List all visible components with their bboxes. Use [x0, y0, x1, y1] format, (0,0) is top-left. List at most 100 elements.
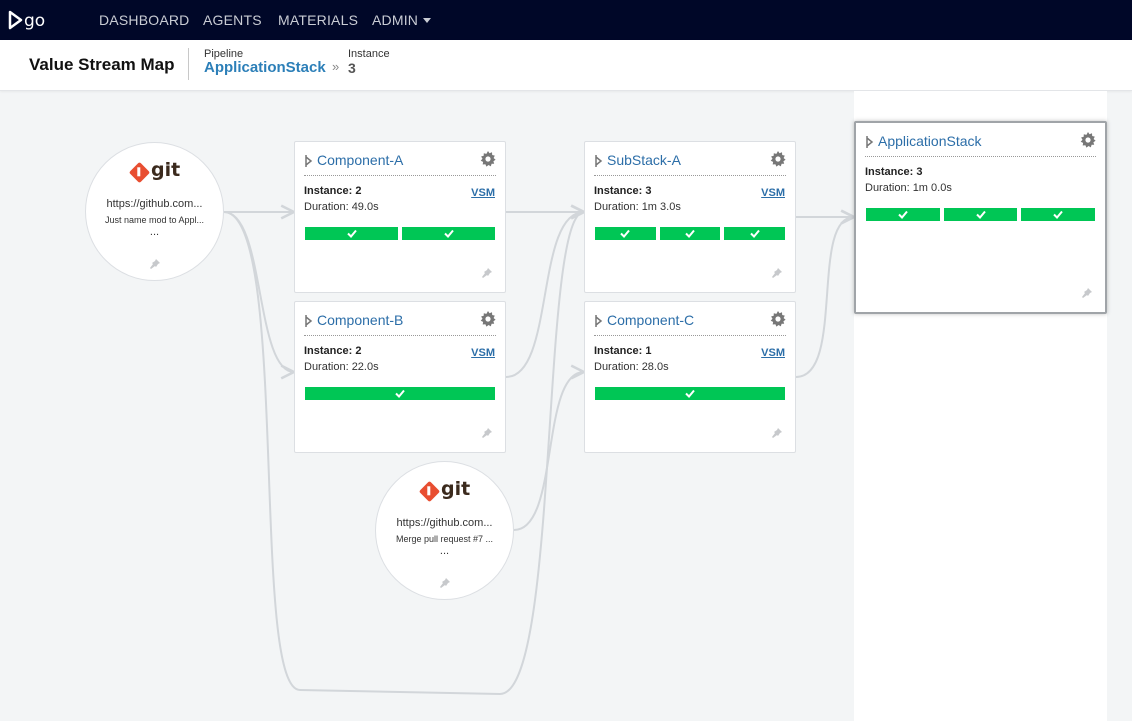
check-icon: [685, 229, 695, 238]
material-more[interactable]: ...: [376, 545, 513, 557]
material-git-1[interactable]: git https://github.com... Just name mod …: [85, 142, 224, 281]
pipeline-card-component-a: Component-A Instance: 2 Duration: 49.0s …: [294, 141, 506, 293]
pipeline-name-link[interactable]: SubStack-A: [607, 152, 681, 168]
stage-bar: [595, 227, 786, 240]
svg-text:go: go: [24, 11, 45, 31]
go-logo-icon[interactable]: go: [8, 9, 52, 31]
check-icon: [749, 229, 760, 238]
pipeline-card-applicationstack: ApplicationStack Instance: 3 Duration: 1…: [854, 121, 1107, 314]
pipeline-icon: [595, 155, 603, 167]
git-logo-text: git: [441, 478, 471, 500]
material-url: https://github.com...: [396, 517, 493, 529]
nav-admin[interactable]: ADMIN: [372, 12, 432, 28]
material-more[interactable]: ...: [86, 226, 223, 238]
chevron-down-icon: [423, 18, 432, 23]
pipeline-card-component-b: Component-B Instance: 2 Duration: 22.0s …: [294, 301, 506, 453]
check-icon: [620, 229, 631, 238]
check-icon: [346, 229, 357, 238]
page-header: Value Stream Map Pipeline ApplicationSta…: [0, 40, 1132, 91]
stage-bar: [866, 208, 1096, 221]
stage-bar: [305, 227, 495, 240]
nav-materials[interactable]: MATERIALS: [278, 12, 358, 28]
vsm-link[interactable]: VSM: [471, 187, 495, 199]
pin-icon[interactable]: [440, 578, 450, 588]
breadcrumb-pipeline-link[interactable]: ApplicationStack: [204, 59, 326, 76]
card-header: Component-B: [304, 311, 496, 336]
check-icon: [975, 210, 986, 219]
stage-passed[interactable]: [659, 227, 721, 240]
stage-passed[interactable]: [595, 387, 785, 400]
pipeline-instance: Instance: 3: [865, 166, 923, 178]
pin-icon[interactable]: [482, 268, 492, 278]
instance-value: 3: [348, 60, 356, 76]
stage-passed[interactable]: [402, 227, 495, 240]
card-header: Component-A: [304, 151, 496, 176]
pipeline-duration: Duration: 22.0s: [304, 361, 379, 373]
pipeline-instance: Instance: 1: [594, 345, 652, 357]
pipeline-card-component-c: Component-C Instance: 1 Duration: 28.0s …: [584, 301, 796, 453]
nav-admin-label: ADMIN: [372, 12, 419, 28]
gear-icon[interactable]: [480, 311, 496, 327]
pipeline-icon: [866, 136, 874, 148]
check-icon: [685, 389, 695, 398]
pipeline-duration: Duration: 49.0s: [304, 201, 379, 213]
stage-bar: [595, 387, 785, 400]
instance-label: Instance: [348, 48, 390, 60]
pin-icon[interactable]: [772, 428, 782, 438]
pin-icon[interactable]: [1082, 288, 1092, 298]
pipeline-name-link[interactable]: Component-C: [607, 312, 694, 328]
stage-passed[interactable]: [1021, 208, 1096, 221]
pipeline-name-link[interactable]: Component-A: [317, 152, 403, 168]
pin-icon[interactable]: [772, 268, 782, 278]
nav-dashboard[interactable]: DASHBOARD: [99, 12, 189, 28]
pipeline-instance: Instance: 2: [304, 345, 362, 357]
stage-bar: [305, 387, 495, 400]
card-header: Component-C: [594, 311, 786, 336]
vsm-link[interactable]: VSM: [471, 347, 495, 359]
pipeline-icon: [305, 155, 313, 167]
pipeline-instance: Instance: 2: [304, 185, 362, 197]
breadcrumb-separator: »: [332, 59, 340, 74]
git-logo-icon: git: [128, 159, 189, 187]
pipeline-card-substack-a: SubStack-A Instance: 3 Duration: 1m 3.0s…: [584, 141, 796, 293]
stage-passed[interactable]: [305, 227, 398, 240]
card-header: SubStack-A: [594, 151, 786, 176]
pipeline-duration: Duration: 1m 3.0s: [594, 201, 681, 213]
stage-passed[interactable]: [866, 208, 940, 221]
stage-passed[interactable]: [943, 208, 1018, 221]
stage-passed[interactable]: [595, 227, 656, 240]
git-logo-icon: git: [418, 478, 479, 506]
git-diamond-icon: [128, 161, 151, 184]
pipeline-duration: Duration: 1m 0.0s: [865, 182, 952, 194]
material-git-2[interactable]: git https://github.com... Merge pull req…: [375, 461, 514, 600]
page-title: Value Stream Map: [29, 55, 175, 74]
nav-agents[interactable]: AGENTS: [203, 12, 262, 28]
stage-passed[interactable]: [305, 387, 495, 400]
vsm-link[interactable]: VSM: [761, 347, 785, 359]
check-icon: [443, 229, 454, 238]
pin-icon[interactable]: [150, 259, 160, 269]
card-header: ApplicationStack: [865, 132, 1096, 157]
pipeline-icon: [305, 315, 313, 327]
gear-icon[interactable]: [1080, 132, 1096, 148]
pipeline-instance: Instance: 3: [594, 185, 652, 197]
pin-icon[interactable]: [482, 428, 492, 438]
check-icon: [898, 210, 908, 219]
gear-icon[interactable]: [770, 151, 786, 167]
check-icon: [1053, 210, 1063, 219]
gear-icon[interactable]: [480, 151, 496, 167]
pipeline-duration: Duration: 28.0s: [594, 361, 669, 373]
stage-passed[interactable]: [724, 227, 786, 240]
material-comment: Just name mod to Appl...: [104, 215, 205, 225]
git-diamond-icon: [418, 480, 441, 503]
material-comment: Merge pull request #7 ...: [395, 534, 494, 544]
pipeline-icon: [595, 315, 603, 327]
gear-icon[interactable]: [770, 311, 786, 327]
pipeline-name-link[interactable]: ApplicationStack: [878, 133, 982, 149]
material-url: https://github.com...: [106, 198, 203, 210]
pipeline-name-link[interactable]: Component-B: [317, 312, 403, 328]
header-divider: [188, 48, 189, 80]
git-logo-text: git: [151, 159, 181, 181]
vsm-link[interactable]: VSM: [761, 187, 785, 199]
top-nav: go DASHBOARD AGENTS MATERIALS ADMIN: [0, 0, 1132, 40]
